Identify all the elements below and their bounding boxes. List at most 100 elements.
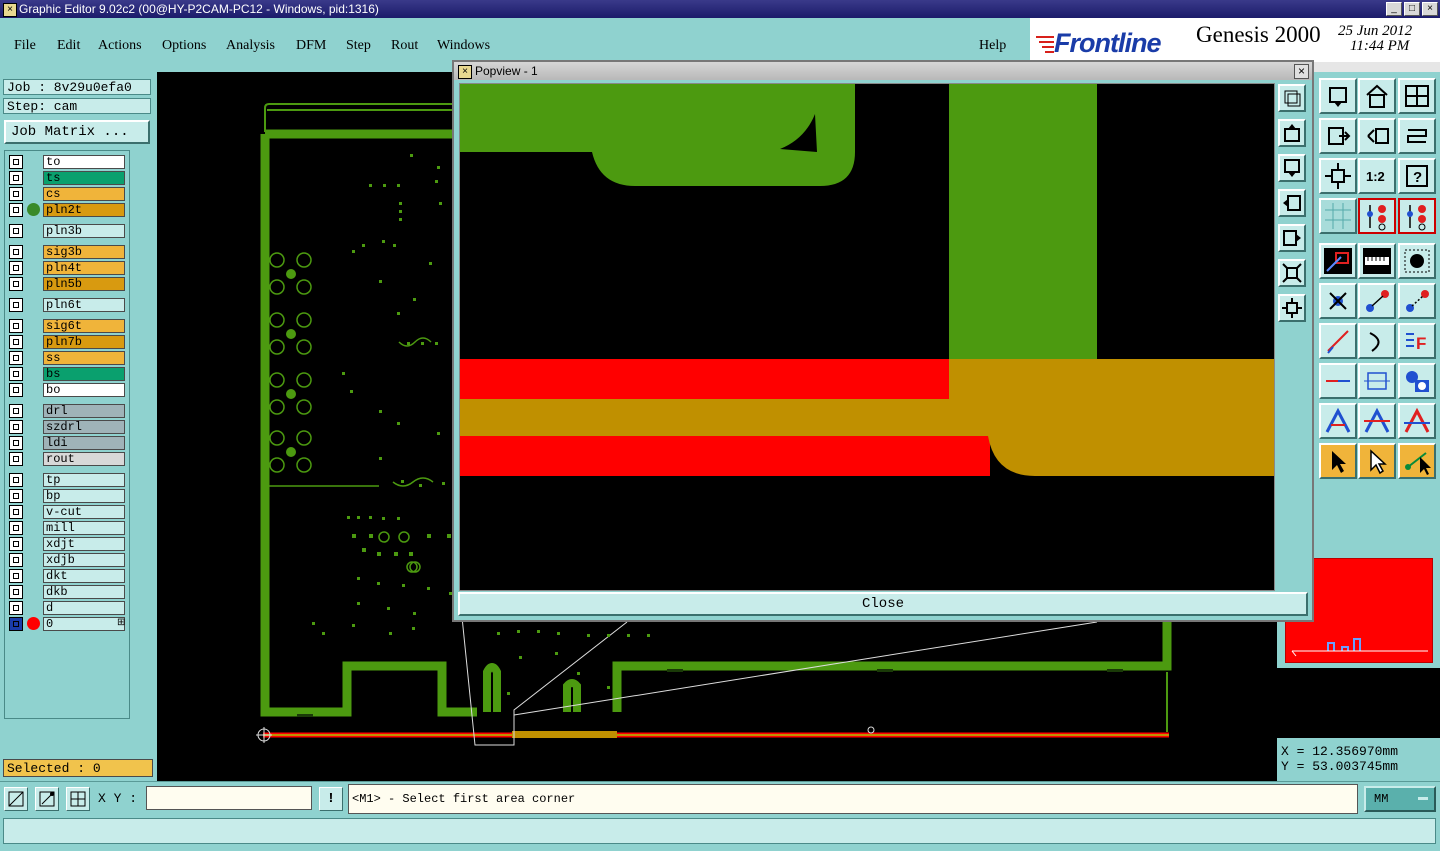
layer-row[interactable]: 0 ⊞ bbox=[7, 617, 127, 631]
layer-row[interactable]: bs bbox=[7, 367, 127, 381]
menu-actions[interactable]: Actions bbox=[98, 38, 142, 54]
snap-grid-icon[interactable] bbox=[66, 787, 90, 811]
popview-zoom-out-icon[interactable] bbox=[1278, 294, 1306, 322]
layer-row[interactable]: to bbox=[7, 155, 127, 169]
layer-row[interactable]: pln6t bbox=[7, 298, 127, 312]
layer-name[interactable]: bp bbox=[43, 489, 125, 503]
layer-name[interactable]: szdrl bbox=[43, 420, 125, 434]
undo-icon[interactable] bbox=[1358, 118, 1396, 154]
layer-name[interactable]: bo bbox=[43, 383, 125, 397]
minimize-button[interactable]: _ bbox=[1386, 2, 1402, 16]
layer-checkbox[interactable] bbox=[9, 335, 23, 349]
popview-right-icon[interactable] bbox=[1278, 224, 1306, 252]
layer-name[interactable]: pln7b bbox=[43, 335, 125, 349]
select-arrow-icon[interactable] bbox=[1319, 443, 1357, 479]
select-net-icon[interactable] bbox=[1398, 443, 1436, 479]
layer-checkbox[interactable] bbox=[9, 351, 23, 365]
layer-name[interactable]: dkt bbox=[43, 569, 125, 583]
menu-rout[interactable]: Rout bbox=[391, 38, 418, 54]
copy-feature-icon[interactable] bbox=[1398, 283, 1436, 319]
menu-windows[interactable]: Windows bbox=[437, 38, 490, 54]
alert-button[interactable]: ! bbox=[319, 787, 343, 811]
text-feature-icon[interactable]: F bbox=[1398, 323, 1436, 359]
layer-checkbox[interactable] bbox=[9, 298, 23, 312]
font-a-cross-icon[interactable] bbox=[1398, 403, 1436, 439]
zoom-fit-icon[interactable] bbox=[1319, 158, 1357, 194]
layer-row[interactable]: pln2t bbox=[7, 203, 127, 217]
popview-title-bar[interactable]: × Popview - 1 × bbox=[454, 62, 1312, 80]
layer-row[interactable]: xdjb bbox=[7, 553, 127, 567]
layer-name[interactable]: d bbox=[43, 601, 125, 615]
layer-row[interactable]: ldi bbox=[7, 436, 127, 450]
delete-feature-icon[interactable] bbox=[1319, 283, 1357, 319]
layer-checkbox[interactable] bbox=[9, 367, 23, 381]
layer-name[interactable]: pln2t bbox=[43, 203, 125, 217]
layer-checkbox[interactable] bbox=[9, 319, 23, 333]
layer-row[interactable]: d bbox=[7, 601, 127, 615]
layer-row[interactable]: sig3b bbox=[7, 245, 127, 259]
save-icon[interactable] bbox=[1319, 78, 1357, 114]
layer-name[interactable]: pln6t bbox=[43, 298, 125, 312]
layer-name[interactable]: to bbox=[43, 155, 125, 169]
layer-checkbox[interactable] bbox=[9, 505, 23, 519]
layer-checkbox[interactable] bbox=[9, 521, 23, 535]
layer-checkbox[interactable] bbox=[9, 537, 23, 551]
layer-row[interactable]: pln3b bbox=[7, 224, 127, 238]
snap-mode-alt-icon[interactable] bbox=[1398, 198, 1436, 234]
select-arrow-outline-icon[interactable] bbox=[1358, 443, 1396, 479]
popview-left-icon[interactable] bbox=[1278, 189, 1306, 217]
layer-row[interactable]: xdjt bbox=[7, 537, 127, 551]
layer-checkbox[interactable] bbox=[9, 452, 23, 466]
layer-checkbox[interactable] bbox=[9, 473, 23, 487]
popview-layers-icon[interactable] bbox=[1278, 84, 1306, 112]
layer-checkbox[interactable] bbox=[9, 420, 23, 434]
menu-dfm[interactable]: DFM bbox=[296, 38, 326, 54]
shapes-icon[interactable] bbox=[1398, 363, 1436, 399]
layer-checkbox[interactable] bbox=[9, 553, 23, 567]
grid-icon[interactable] bbox=[1319, 198, 1357, 234]
popview-down-icon[interactable] bbox=[1278, 154, 1306, 182]
layer-checkbox[interactable] bbox=[9, 187, 23, 201]
layer-row[interactable]: bp bbox=[7, 489, 127, 503]
layer-name[interactable]: ss bbox=[43, 351, 125, 365]
measure-line-icon[interactable] bbox=[1319, 363, 1357, 399]
measure-pad-icon[interactable] bbox=[1358, 363, 1396, 399]
home-icon[interactable] bbox=[1358, 78, 1396, 114]
layer-affected-icon[interactable] bbox=[27, 203, 40, 216]
redraw-icon[interactable] bbox=[1398, 118, 1436, 154]
layer-name[interactable]: sig6t bbox=[43, 319, 125, 333]
layer-checkbox[interactable] bbox=[9, 245, 23, 259]
layer-name[interactable]: ldi bbox=[43, 436, 125, 450]
layer-name[interactable]: ts bbox=[43, 171, 125, 185]
export-icon[interactable] bbox=[1319, 118, 1357, 154]
layer-name[interactable]: tp bbox=[43, 473, 125, 487]
job-matrix-button[interactable]: Job Matrix ... bbox=[4, 120, 150, 144]
layer-checkbox[interactable] bbox=[9, 436, 23, 450]
scale-1-2-icon[interactable]: 1:2 bbox=[1358, 158, 1396, 194]
layer-row[interactable]: cs bbox=[7, 187, 127, 201]
layer-checkbox[interactable] bbox=[9, 277, 23, 291]
menu-file[interactable]: File bbox=[14, 38, 36, 54]
layer-checkbox[interactable] bbox=[9, 601, 23, 615]
font-a-icon[interactable] bbox=[1319, 403, 1357, 439]
move-feature-icon[interactable] bbox=[1358, 283, 1396, 319]
menu-options[interactable]: Options bbox=[162, 38, 206, 54]
layer-row[interactable]: drl bbox=[7, 404, 127, 418]
menu-edit[interactable]: Edit bbox=[57, 38, 80, 54]
layer-checkbox[interactable] bbox=[9, 224, 23, 238]
layer-name[interactable]: rout bbox=[43, 452, 125, 466]
help-icon[interactable]: ? bbox=[1398, 158, 1436, 194]
zoom-area-icon[interactable] bbox=[4, 787, 28, 811]
layer-checkbox[interactable] bbox=[9, 569, 23, 583]
draw-line-icon[interactable] bbox=[1319, 243, 1357, 279]
snap-mode-icon[interactable] bbox=[1358, 198, 1396, 234]
layer-row[interactable]: szdrl bbox=[7, 420, 127, 434]
menu-help[interactable]: Help bbox=[979, 38, 1006, 54]
layer-name[interactable]: mill bbox=[43, 521, 125, 535]
layer-row[interactable]: ss bbox=[7, 351, 127, 365]
add-line-icon[interactable] bbox=[1319, 323, 1357, 359]
layer-name[interactable]: 0 bbox=[43, 617, 125, 631]
add-arc-icon[interactable] bbox=[1358, 323, 1396, 359]
layer-name[interactable]: pln4t bbox=[43, 261, 125, 275]
layer-row[interactable]: bo bbox=[7, 383, 127, 397]
